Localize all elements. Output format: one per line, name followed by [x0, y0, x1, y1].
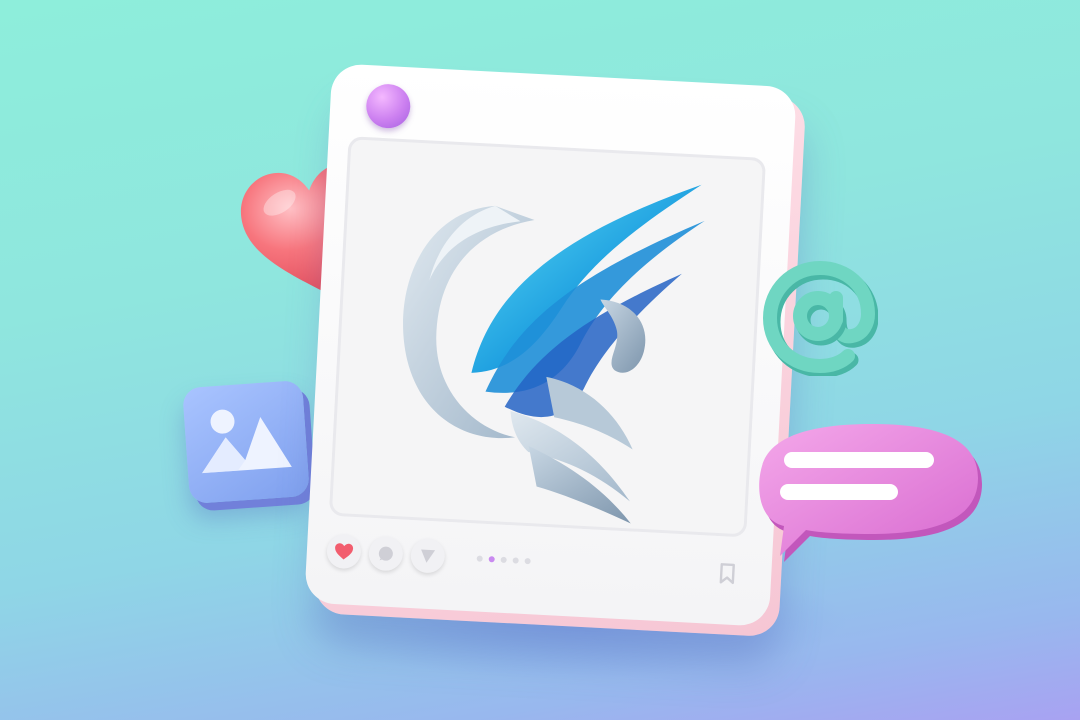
carousel-indicator: [476, 555, 546, 567]
send-icon: [421, 549, 436, 563]
comment-icon: [378, 546, 393, 561]
bookmark-button[interactable]: [718, 562, 737, 585]
share-button[interactable]: [409, 538, 446, 574]
like-button[interactable]: [326, 533, 362, 570]
heart-icon: [335, 543, 354, 560]
carousel-dot[interactable]: [476, 555, 483, 562]
post-card: [304, 63, 807, 638]
carousel-dot[interactable]: [512, 557, 519, 564]
carousel-dot[interactable]: [524, 557, 531, 565]
floating-at-sign-icon: [758, 256, 879, 378]
carousel-dot[interactable]: [500, 556, 507, 563]
floating-image-icon: [182, 379, 310, 505]
swoosh-logo-image: [403, 184, 705, 524]
profile-avatar[interactable]: [365, 83, 412, 130]
comment-button[interactable]: [367, 535, 404, 572]
floating-chat-bubble-icon: [752, 416, 984, 566]
carousel-dot[interactable]: [488, 556, 495, 563]
scene: [0, 0, 1080, 720]
post-photo: [328, 136, 767, 538]
bookmark-icon: [719, 563, 735, 585]
post-action-bar: [325, 524, 746, 606]
post-card-face: [304, 63, 797, 627]
